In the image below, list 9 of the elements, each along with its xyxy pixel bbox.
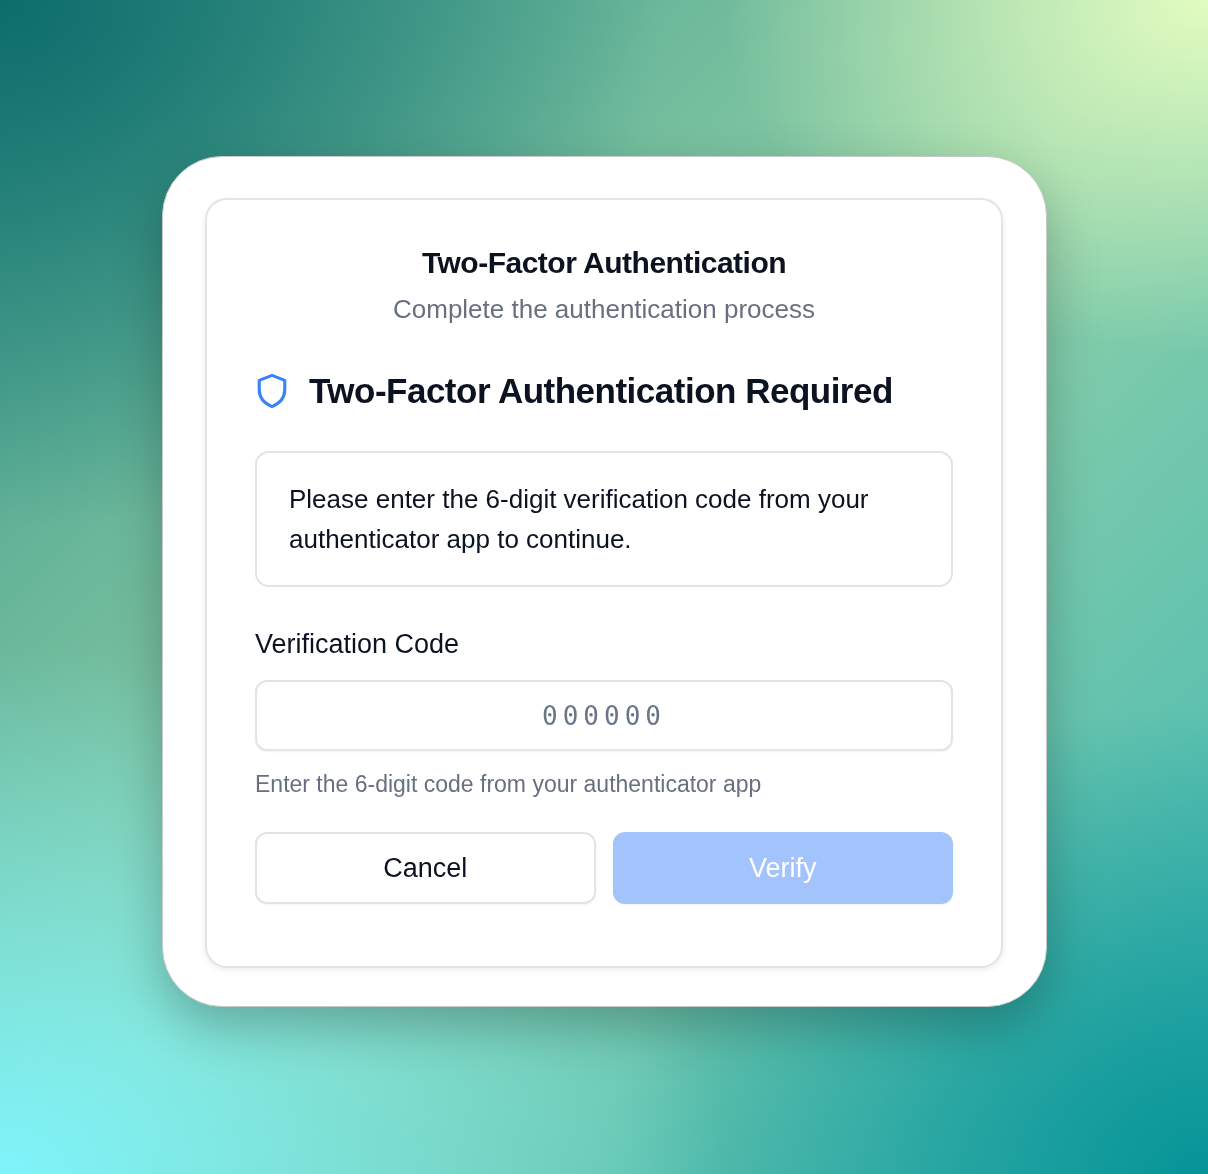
shield-icon (255, 372, 289, 410)
dialog-subtitle: Complete the authentication process (392, 294, 816, 325)
notice-message: Please enter the 6-digit verification code from your authenticator app to continue. (255, 451, 953, 587)
code-input-field[interactable]: 000000 (255, 680, 953, 751)
notice-heading: Two-Factor Authentication Required (309, 371, 893, 411)
dialog-title: Two-Factor Authentication (420, 246, 788, 280)
field-label: Verification Code (255, 629, 461, 660)
field-helper-text: Enter the 6-digit code from your authenticator app (255, 771, 763, 798)
cancel-button[interactable]: Cancel (255, 832, 596, 904)
